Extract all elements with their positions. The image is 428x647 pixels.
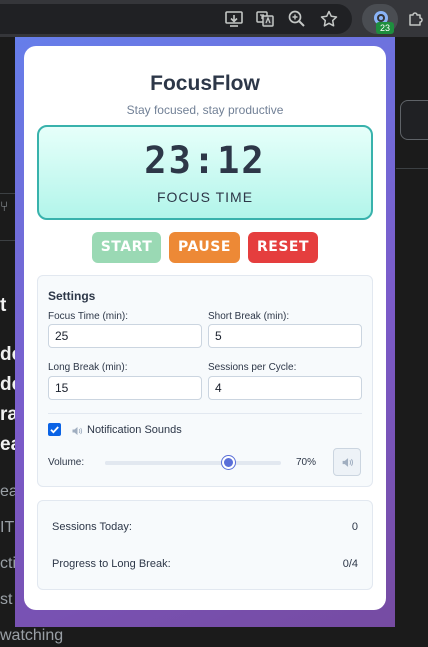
focus-time-label: Focus Time (min): [48,311,129,322]
speaker-icon [71,425,83,437]
reset-button[interactable]: RESET [248,232,318,263]
popup-card: FocusFlow Stay focused, stay productive … [24,46,386,610]
timer-countdown: 23:12 [144,139,266,182]
long-break-label: Long Break (min): [48,362,128,373]
background-branch-icon: ⑂ [0,198,9,214]
volume-slider-thumb[interactable] [221,456,235,469]
focus-time-input[interactable]: 25 [48,324,202,348]
long-break-progress-label: Progress to Long Break: [52,558,171,570]
app-subtitle: Stay focused, stay productive [126,103,284,117]
settings-panel: Settings Focus Time (min): 25 Short Brea… [37,275,373,487]
sessions-today-label: Sessions Today: [52,521,132,533]
speaker-icon [342,458,354,467]
extension-popup: FocusFlow Stay focused, stay productive … [15,37,395,627]
extension-badge: 23 [376,22,394,34]
sessions-today-value: 0 [351,521,358,533]
install-app-icon[interactable] [224,9,244,29]
volume-slider-track[interactable] [105,461,281,465]
long-break-input[interactable]: 15 [48,376,202,400]
volume-value: 70% [296,457,317,468]
volume-label: Volume: [48,457,85,468]
short-break-label: Short Break (min): [208,311,290,322]
notification-sounds-checkbox[interactable] [48,423,61,436]
background-text: st [0,591,13,608]
zoom-icon[interactable] [287,9,307,29]
long-break-progress-value: 0/4 [342,558,358,570]
stats-panel: Sessions Today: 0 Progress to Long Break… [37,500,373,590]
settings-divider [48,413,362,414]
background-text: cti [0,555,16,572]
background-divider [0,240,16,241]
notification-sounds-label: Notification Sounds [87,424,182,436]
settings-heading: Settings [48,289,96,303]
background-inbox-button[interactable] [400,100,428,140]
background-text: watching [0,627,64,644]
translate-icon[interactable] [255,9,275,29]
start-button[interactable]: START [92,232,161,263]
browser-toolbar: 23 [0,0,428,37]
background-text: IT [0,519,15,536]
timer-mode-label: FOCUS TIME [156,189,254,205]
background-divider [0,193,16,194]
extensions-puzzle-icon[interactable] [406,9,426,29]
short-break-input[interactable]: 5 [208,324,362,348]
pause-button[interactable]: PAUSE [169,232,240,263]
test-sound-button[interactable] [333,448,361,476]
background-text: t [0,295,7,316]
volume-slider-fill [105,461,229,465]
background-divider [396,168,428,169]
sessions-per-cycle-input[interactable]: 4 [208,376,362,400]
sessions-per-cycle-label: Sessions per Cycle: [208,362,297,373]
bookmark-star-icon[interactable] [319,9,339,29]
app-title: FocusFlow [150,72,260,95]
timer-display: 23:12 FOCUS TIME [37,125,373,220]
